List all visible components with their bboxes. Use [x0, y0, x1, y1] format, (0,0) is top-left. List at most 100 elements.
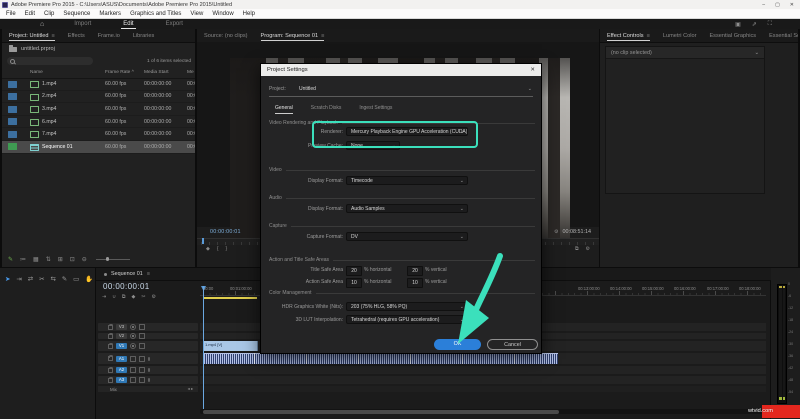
- 7.mp4[interactable]: 7.mp4 60.00 fps 00:00:00:00 00:0: [2, 128, 195, 141]
- add-marker-icon[interactable]: ◆: [206, 246, 210, 252]
- audio-track-header[interactable]: A2: [98, 366, 198, 374]
- pen-tool[interactable]: ✎: [62, 275, 67, 283]
- menu-item[interactable]: Window: [212, 11, 233, 17]
- timeline-scrollbar[interactable]: [200, 409, 766, 414]
- hand-tool[interactable]: ✋: [85, 275, 93, 283]
- minimize-button[interactable]: –: [762, 2, 765, 8]
- menu-item[interactable]: Edit: [25, 11, 35, 17]
- export-frame-icon[interactable]: ⧉: [575, 246, 579, 252]
- monitor-settings-icon[interactable]: ⚙: [554, 229, 558, 235]
- fullscreen-icon[interactable]: ⛶: [768, 21, 772, 28]
- toggle-output-icon[interactable]: [130, 333, 136, 339]
- chevron-down-icon[interactable]: ⌄: [528, 86, 532, 92]
- panel-tab[interactable]: Effects≡: [68, 33, 85, 39]
- column-name[interactable]: Name: [30, 70, 43, 75]
- video-clip[interactable]: 1.mp4 [V]: [203, 341, 258, 351]
- menu-item[interactable]: Sequence: [63, 11, 90, 17]
- workspace-tab[interactable]: Edit: [121, 20, 135, 29]
- effects-tab[interactable]: Effect Controls≡: [607, 33, 650, 41]
- quick-export-icon[interactable]: ⇗: [752, 21, 757, 28]
- effects-tab[interactable]: Essential Graphics≡: [709, 33, 756, 39]
- mix-track-header[interactable]: Mix ◄►: [98, 386, 198, 392]
- action-safe-horizontal-input[interactable]: 10: [346, 278, 362, 288]
- solo-icon[interactable]: [139, 377, 145, 383]
- sync-lock-icon[interactable]: [139, 343, 145, 349]
- new-bin-icon[interactable]: ⊞: [58, 256, 63, 263]
- add-marker-icon[interactable]: ◆: [131, 294, 135, 300]
- effects-tab[interactable]: Lumetri Color≡: [663, 33, 697, 39]
- hdr-white-dropdown[interactable]: 203 (75% HLG, 58% PQ)⌄: [346, 302, 468, 311]
- mute-icon[interactable]: [130, 356, 136, 362]
- menu-item[interactable]: Help: [243, 11, 255, 17]
- title-safe-horizontal-input[interactable]: 20: [346, 266, 362, 276]
- menu-item[interactable]: Markers: [99, 11, 121, 17]
- toggle-output-icon[interactable]: [130, 324, 136, 330]
- lock-icon[interactable]: [108, 378, 113, 383]
- cancel-button[interactable]: Cancel: [487, 339, 538, 350]
- audio-clip[interactable]: [203, 353, 558, 364]
- capture-format-dropdown[interactable]: DV⌄: [346, 232, 468, 241]
- mute-icon[interactable]: [130, 377, 136, 383]
- column-frame-rate[interactable]: Frame Rate ^: [105, 70, 134, 75]
- lock-icon[interactable]: [108, 334, 113, 339]
- settings-icon[interactable]: ⚙: [152, 294, 156, 300]
- sequence-tab[interactable]: Sequence 01: [111, 271, 143, 277]
- playhead-timecode[interactable]: 00:00:00:01: [210, 229, 241, 235]
- fit-sequence-icon[interactable]: ◄►: [187, 387, 194, 391]
- video-track-header[interactable]: V2: [98, 333, 198, 339]
- video-display-format-dropdown[interactable]: Timecode⌄: [346, 176, 468, 185]
- sync-lock-icon[interactable]: [139, 324, 145, 330]
- menu-item[interactable]: View: [190, 11, 203, 17]
- dialog-close-icon[interactable]: ✕: [530, 67, 535, 73]
- 6.mp4[interactable]: 6.mp4 60.00 fps 00:00:00:00 00:0: [2, 116, 195, 129]
- settings-icon[interactable]: ⚙: [586, 246, 590, 252]
- maximize-button[interactable]: ▢: [775, 2, 780, 8]
- action-safe-vertical-input[interactable]: 10: [407, 278, 423, 288]
- panel-tab[interactable]: Libraries≡: [133, 33, 154, 39]
- sort-icon[interactable]: ⇅: [46, 256, 51, 263]
- search-input[interactable]: [7, 57, 93, 65]
- workspace-tab[interactable]: Export: [164, 20, 185, 29]
- playhead[interactable]: [203, 286, 204, 409]
- scrollbar-thumb[interactable]: [203, 410, 559, 414]
- linked-selection-icon[interactable]: ⧉: [122, 294, 126, 300]
- snap-icon[interactable]: ∪: [112, 294, 116, 300]
- track-select-tool[interactable]: ⇥: [16, 275, 21, 283]
- solo-icon[interactable]: [139, 367, 145, 373]
- monitor-tab[interactable]: Source: (no clips)≡: [204, 33, 248, 39]
- close-button[interactable]: ✕: [790, 2, 794, 8]
- voiceover-record-icon[interactable]: [148, 357, 150, 361]
- nest-icon[interactable]: ⇥: [102, 294, 106, 300]
- zoom-slider[interactable]: [96, 259, 130, 260]
- monitor-playhead[interactable]: [202, 238, 204, 244]
- audio-track-header[interactable]: A1: [98, 353, 198, 364]
- column-media-start[interactable]: Media Start: [144, 70, 169, 75]
- 3.mp4[interactable]: 3.mp4 60.00 fps 00:00:00:00 00:0: [2, 103, 195, 116]
- 1.mp4[interactable]: 1.mp4 60.00 fps 00:00:00:00 00:0: [2, 78, 195, 91]
- edit-icon[interactable]: ✎: [8, 256, 13, 263]
- home-icon[interactable]: ⌂: [40, 21, 44, 28]
- chevron-down-icon[interactable]: ⌄: [754, 50, 759, 56]
- mark-in-icon[interactable]: {: [217, 246, 219, 252]
- lock-icon[interactable]: [108, 325, 113, 330]
- panel-tab[interactable]: Project: Untitled≡: [9, 33, 55, 41]
- audio-track-header[interactable]: A3: [98, 376, 198, 384]
- panel-menu-icon[interactable]: ≡: [147, 271, 150, 277]
- track-lane[interactable]: [200, 376, 766, 384]
- column-media-end[interactable]: Me: [187, 70, 194, 75]
- rectangle-tool[interactable]: ▭: [73, 275, 79, 283]
- menu-item[interactable]: Graphics and Titles: [130, 11, 181, 17]
- selection-tool[interactable]: ➤: [5, 275, 10, 283]
- slip-tool[interactable]: ⇆: [50, 275, 55, 283]
- dialog-tab[interactable]: Ingest Settings: [359, 105, 392, 114]
- bin-breadcrumb[interactable]: untitled.prproj: [9, 46, 55, 52]
- video-track-header[interactable]: V3: [98, 323, 198, 331]
- panel-menu-icon[interactable]: ≡: [647, 33, 650, 39]
- menu-item[interactable]: File: [6, 11, 16, 17]
- track-lane[interactable]: [200, 366, 766, 374]
- title-safe-vertical-input[interactable]: 20: [407, 266, 423, 276]
- solo-icon[interactable]: [139, 356, 145, 362]
- mark-out-icon[interactable]: }: [226, 246, 228, 252]
- Sequence 01[interactable]: Sequence 01 60.00 fps 00:00:00:00 00:0: [2, 141, 195, 154]
- razor-icon[interactable]: ✂: [141, 294, 145, 300]
